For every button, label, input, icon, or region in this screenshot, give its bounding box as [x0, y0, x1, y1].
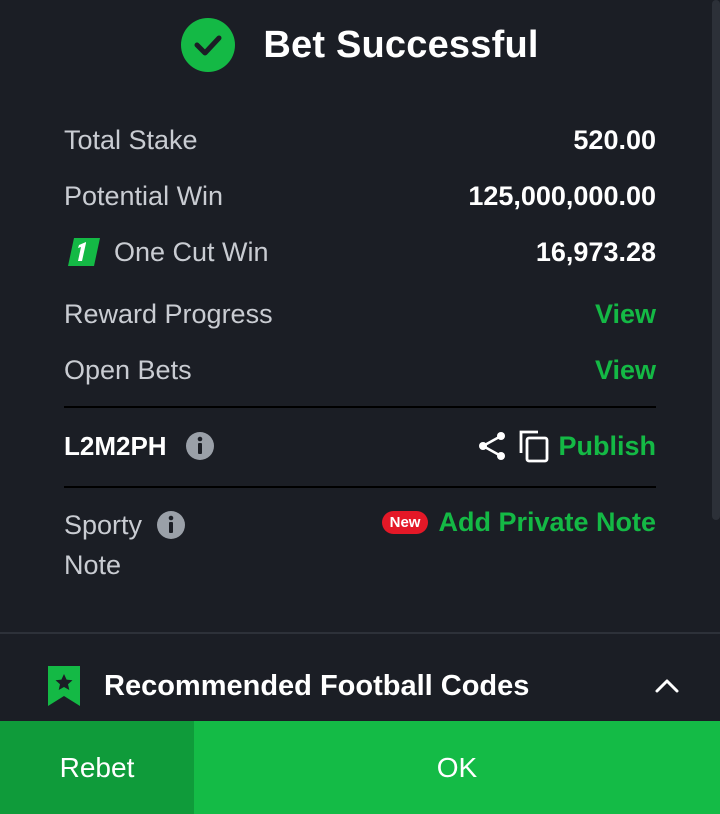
new-badge: New — [381, 511, 429, 534]
booking-code: L2M2PH — [64, 430, 167, 461]
add-private-note-group: New Add Private Note — [381, 507, 656, 538]
recommended-codes-title: Recommended Football Codes — [104, 669, 530, 702]
sporty-note-line1: Sporty — [64, 505, 264, 545]
potential-win-label: Potential Win — [64, 180, 224, 211]
share-icon[interactable] — [476, 430, 508, 462]
total-stake-row: Total Stake 520.00 — [64, 112, 656, 168]
reward-progress-label: Reward Progress — [64, 298, 273, 329]
one-cut-win-row: One Cut Win 16,973.28 — [64, 224, 656, 280]
reward-progress-view-link[interactable]: View — [595, 299, 656, 330]
add-private-note-button[interactable]: Add Private Note — [438, 507, 656, 538]
share-publish-group: Publish — [476, 429, 656, 463]
bottom-action-bar: Rebet OK — [0, 721, 720, 814]
reward-progress-row: Reward Progress View — [64, 286, 656, 342]
sporty-note-label-line2: Note — [64, 550, 122, 580]
info-icon[interactable] — [185, 431, 215, 461]
total-stake-value: 520.00 — [573, 124, 656, 155]
open-bets-row: Open Bets View — [64, 342, 656, 398]
one-cut-icon — [68, 238, 100, 266]
scrollbar[interactable] — [712, 0, 720, 520]
open-bets-label: Open Bets — [64, 354, 192, 385]
ok-button[interactable]: OK — [194, 721, 720, 814]
booking-code-row: L2M2PH Publish — [64, 420, 656, 472]
sporty-note-row: Sporty Note New Add Private Note — [64, 505, 656, 595]
divider — [64, 486, 656, 488]
bet-success-panel: Bet Successful Total Stake 520.00 Potent… — [0, 0, 720, 814]
copy-icon[interactable] — [518, 429, 550, 463]
rebet-button[interactable]: Rebet — [0, 721, 194, 814]
sporty-note-label: Sporty Note — [64, 505, 264, 585]
divider — [64, 406, 656, 408]
publish-button[interactable]: Publish — [558, 431, 656, 462]
open-bets-view-link[interactable]: View — [595, 355, 656, 386]
sporty-note-label-line1: Sporty — [64, 510, 143, 540]
potential-win-value: 125,000,000.00 — [468, 180, 656, 211]
header: Bet Successful — [0, 18, 720, 72]
info-icon[interactable] — [156, 510, 186, 540]
check-circle-icon — [181, 18, 236, 72]
recommended-codes-header[interactable]: Recommended Football Codes — [48, 664, 680, 708]
section-divider — [0, 632, 720, 634]
one-cut-win-value: 16,973.28 — [535, 236, 656, 267]
bookmark-star-icon — [48, 666, 80, 706]
page-title: Bet Successful — [263, 23, 539, 66]
booking-code-group: L2M2PH — [64, 431, 215, 462]
total-stake-label: Total Stake — [64, 124, 198, 155]
chevron-up-icon[interactable] — [654, 673, 680, 699]
bet-summary: Total Stake 520.00 Potential Win 125,000… — [64, 112, 656, 398]
one-cut-win-label-group: One Cut Win — [64, 236, 269, 268]
one-cut-win-label: One Cut Win — [114, 236, 269, 267]
potential-win-row: Potential Win 125,000,000.00 — [64, 168, 656, 224]
